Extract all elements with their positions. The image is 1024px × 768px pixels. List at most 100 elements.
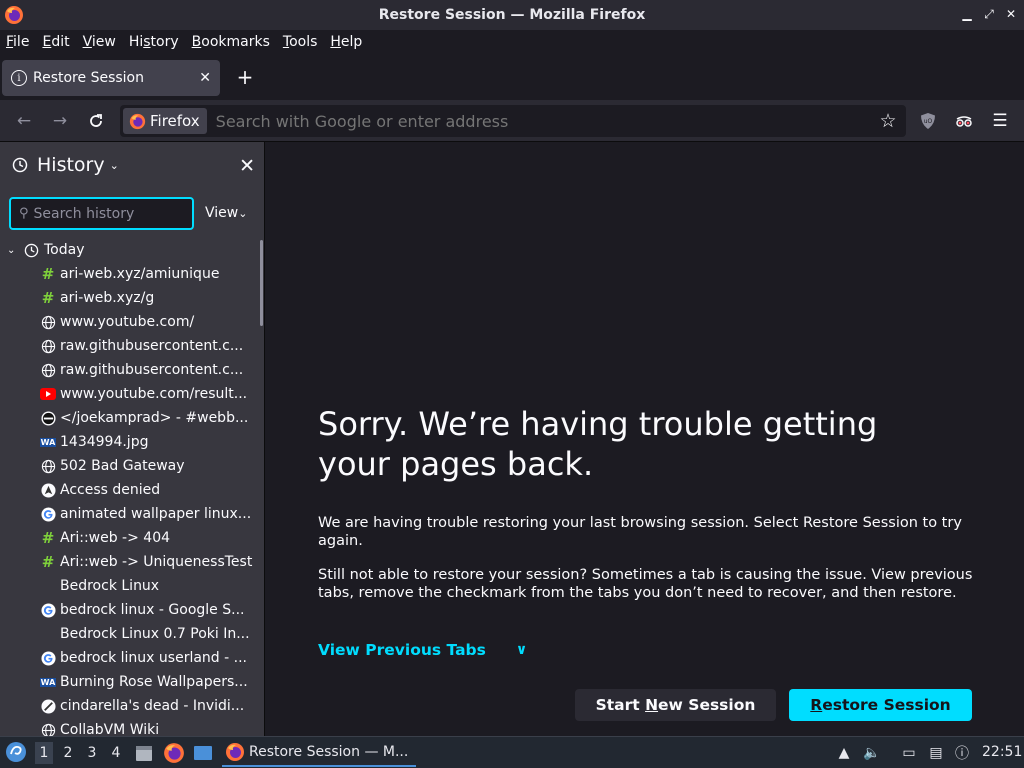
view-menu-button[interactable]: View⌄ (205, 205, 247, 221)
view-previous-tabs-toggle[interactable]: View Previous Tabs ∨ (318, 641, 527, 659)
volume-icon[interactable]: 🔈 (862, 742, 882, 764)
history-item[interactable]: </joekamprad> - #webb... (0, 406, 262, 430)
menu-history[interactable]: History (129, 34, 179, 50)
history-search-input[interactable] (33, 205, 174, 222)
file-manager-icon[interactable] (133, 742, 155, 764)
app-menu-button[interactable]: ☰ (987, 108, 1013, 134)
history-item-label: Bedrock Linux 0.7 Poki In... (60, 626, 250, 642)
history-group-today[interactable]: ⌄ Today (0, 238, 262, 262)
forward-button[interactable]: → (47, 108, 73, 134)
window-controls: ▁ ⤢ ✕ (960, 6, 1018, 22)
history-item-label: Access denied (60, 482, 161, 498)
sidebar-header[interactable]: History ⌄ ✕ (0, 142, 264, 188)
tray-scroll-icon[interactable]: ▲ (834, 742, 854, 764)
taskbar-task-firefox[interactable]: Restore Session — M... (222, 739, 416, 767)
history-item[interactable]: # ari-web.xyz/g (0, 286, 262, 310)
clipboard-icon[interactable]: ▤ (926, 742, 946, 764)
reload-button[interactable] (83, 108, 109, 134)
extension-button[interactable] (951, 108, 977, 134)
invidious-icon (40, 698, 56, 714)
history-item-label: bedrock linux - Google S... (60, 602, 245, 618)
menu-tools[interactable]: Tools (283, 34, 318, 50)
history-item[interactable]: www.youtube.com/ (0, 310, 262, 334)
page-heading: Sorry. We’re having trouble getting your… (318, 405, 878, 483)
history-item[interactable]: CollabVM Wiki (0, 718, 262, 736)
bookmark-star-icon[interactable]: ☆ (876, 110, 900, 132)
hash-icon: # (41, 529, 55, 547)
menu-view[interactable]: View (83, 34, 116, 50)
minimize-icon[interactable]: ▁ (960, 6, 974, 22)
workspace-2[interactable]: 2 (59, 742, 77, 764)
menu-file[interactable]: File (6, 34, 29, 50)
history-item-label: 1434994.jpg (60, 434, 149, 450)
history-item[interactable]: WA Burning Rose Wallpapers... (0, 670, 262, 694)
back-button[interactable]: ← (11, 108, 37, 134)
history-item[interactable]: # Ari::web -> 404 (0, 526, 262, 550)
start-menu-icon[interactable] (5, 741, 27, 763)
history-item-label: ari-web.xyz/amiunique (60, 266, 220, 282)
history-item[interactable]: Bedrock Linux 0.7 Poki In... (0, 622, 262, 646)
history-item[interactable]: bedrock linux - Google S... (0, 598, 262, 622)
start-new-label-pre: Start (595, 696, 646, 714)
maximize-icon[interactable]: ⤢ (982, 6, 996, 22)
url-input[interactable] (215, 111, 876, 131)
start-new-session-button[interactable]: Start New Session (575, 689, 776, 721)
arch-icon (40, 482, 56, 498)
restore-mnemonic: R (810, 696, 823, 714)
history-item[interactable]: Access denied (0, 478, 262, 502)
tab-bar: i Restore Session ✕ + (0, 54, 1024, 100)
navigation-toolbar: ← → Firefox ☆ uO ☰ (0, 100, 1024, 142)
tab-close-icon[interactable]: ✕ (199, 70, 211, 86)
ublock-button[interactable]: uO (915, 108, 941, 134)
chevron-down-icon: ∨ (515, 642, 528, 658)
history-item-label: Burning Rose Wallpapers... (60, 674, 248, 690)
hash-icon: # (41, 265, 55, 283)
workspace-1[interactable]: 1 (35, 742, 53, 764)
new-tab-button[interactable]: + (234, 65, 256, 89)
history-item-label: Ari::web -> 404 (60, 530, 171, 546)
firefox-icon (129, 113, 146, 129)
workspace-3[interactable]: 3 (83, 742, 101, 764)
history-item[interactable]: bedrock linux userland - ... (0, 646, 262, 670)
menu-help[interactable]: Help (330, 34, 362, 50)
chevron-down-icon[interactable]: ⌄ (110, 159, 119, 172)
hamburger-icon: ☰ (992, 111, 1008, 131)
menu-bookmarks[interactable]: Bookmarks (192, 34, 270, 50)
history-item[interactable]: animated wallpaper linux... (0, 502, 262, 526)
start-new-label-post: ew Session (658, 696, 756, 714)
history-item-label: www.youtube.com/ (60, 314, 195, 330)
identity-box[interactable]: Firefox (123, 108, 207, 134)
network-icon[interactable]: ▭ (899, 742, 919, 764)
workspace-4[interactable]: 4 (107, 742, 125, 764)
close-icon[interactable]: ✕ (1004, 6, 1018, 22)
history-item[interactable]: raw.githubusercontent.c... (0, 334, 262, 358)
history-search-box[interactable]: ⚲ (9, 197, 194, 230)
sidebar-scrollbar[interactable] (260, 240, 263, 326)
history-item[interactable]: Bedrock Linux (0, 574, 262, 598)
history-item[interactable]: raw.githubusercontent.c... (0, 358, 262, 382)
info-icon: i (11, 70, 27, 86)
restore-session-button[interactable]: Restore Session (789, 689, 972, 721)
window-title: Restore Session — Mozilla Firefox (378, 7, 646, 23)
history-item[interactable]: WA 1434994.jpg (0, 430, 262, 454)
history-item[interactable]: cindarella's dead - Invidi... (0, 694, 262, 718)
history-item[interactable]: www.youtube.com/result... (0, 382, 262, 406)
history-tree: ⌄ Today # ari-web.xyz/amiunique # ari-web.x… (0, 238, 262, 736)
menu-edit[interactable]: Edit (42, 34, 69, 50)
history-item[interactable]: # Ari::web -> UniquenessTest (0, 550, 262, 574)
history-item[interactable]: # ari-web.xyz/amiunique (0, 262, 262, 286)
notification-icon[interactable]: ⓘ (952, 742, 972, 764)
sidebar-close-icon[interactable]: ✕ (239, 155, 255, 177)
tab-restore-session[interactable]: i Restore Session ✕ (2, 60, 220, 96)
firefox-launcher-icon[interactable] (163, 742, 185, 764)
hash-icon: # (41, 553, 55, 571)
sidebar-title[interactable]: History (37, 154, 105, 176)
history-item[interactable]: 502 Bad Gateway (0, 454, 262, 478)
identity-label: Firefox (150, 112, 200, 130)
google-icon (40, 602, 56, 618)
desktop-icon[interactable] (192, 742, 214, 764)
history-item-label: CollabVM Wiki (60, 722, 160, 736)
history-item-label: Ari::web -> UniquenessTest (60, 554, 253, 570)
url-bar[interactable]: Firefox ☆ (120, 105, 906, 137)
twisty-open-icon[interactable]: ⌄ (7, 245, 19, 256)
